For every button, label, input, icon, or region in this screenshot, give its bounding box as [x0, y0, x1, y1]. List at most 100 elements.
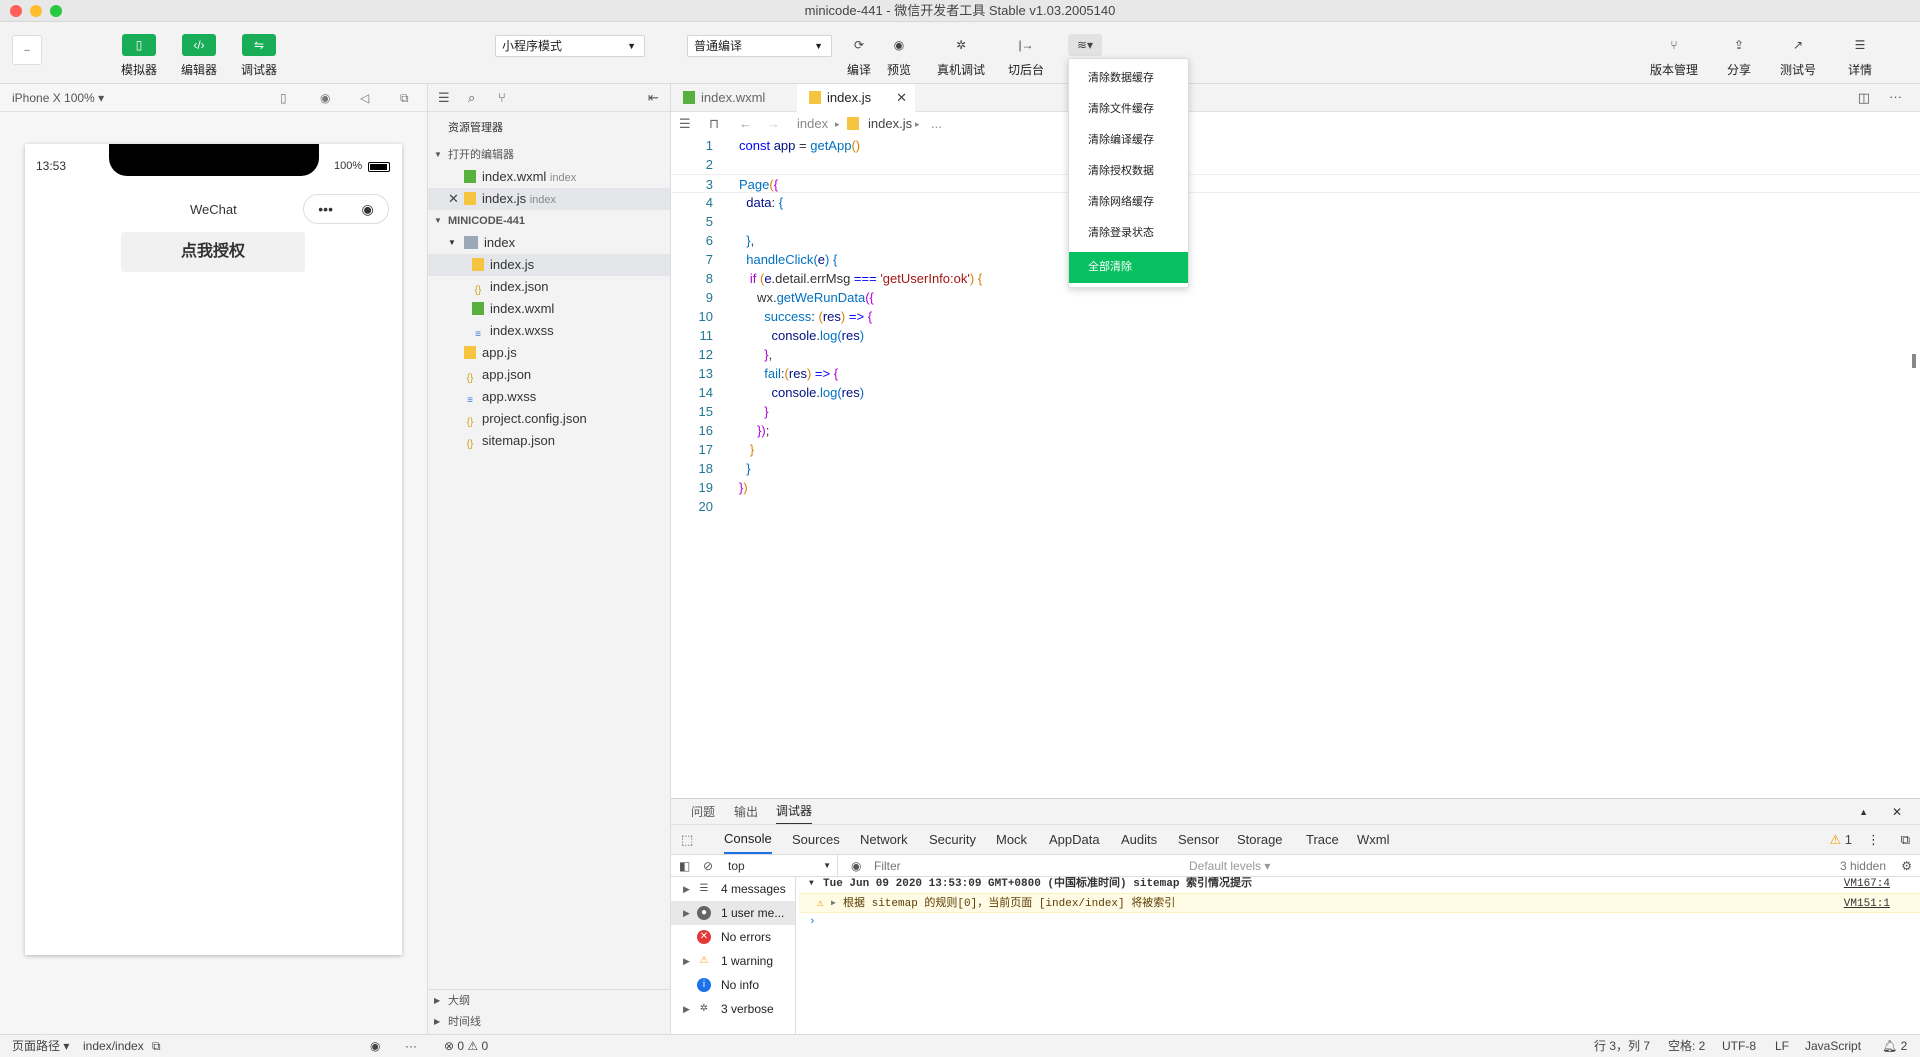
sidebar-warnings[interactable]: ▶ ⚠ 1 warning [671, 949, 795, 973]
close-icon[interactable]: ✕ [448, 188, 459, 210]
log-levels-select[interactable]: Default levels ▾ [1189, 855, 1270, 877]
timeline-section[interactable]: ▶ 时间线 [428, 1011, 670, 1033]
file-item[interactable]: ≡ index.wxss [428, 320, 670, 342]
project-logo[interactable]: ▪▪▪ [12, 35, 42, 65]
tab-sources[interactable]: Sources [792, 825, 840, 855]
breadcrumb-symbol[interactable]: ... [931, 112, 942, 136]
warning-count[interactable]: ⚠ 1 [1829, 825, 1852, 855]
open-editors-section[interactable]: ▼ 打开的编辑器 [428, 144, 670, 166]
file-item[interactable]: {} sitemap.json [428, 430, 670, 452]
context-select[interactable]: top ▼ [726, 855, 838, 877]
tab-trace[interactable]: Trace [1306, 825, 1339, 855]
sidebar-user-messages[interactable]: ▶ ● 1 user me... [671, 901, 795, 925]
console-message[interactable]: ▼ Tue Jun 09 2020 13:53:09 GMT+0800 (中国标准… [799, 877, 1920, 893]
file-item[interactable]: index.wxml [428, 298, 670, 320]
sidebar-info[interactable]: i No info [671, 973, 795, 997]
sidebar-errors[interactable]: ✕ No errors [671, 925, 795, 949]
menu-item-clear-file-cache[interactable]: 清除文件缓存 [1069, 94, 1188, 125]
real-device-debug-button[interactable]: ✲ 真机调试 [937, 34, 985, 78]
authorize-button[interactable]: 点我授权 [121, 232, 305, 272]
encoding[interactable]: UTF-8 [1722, 1035, 1756, 1057]
tab-audits[interactable]: Audits [1121, 825, 1157, 855]
sidebar-toggle-icon[interactable]: ◧ [679, 855, 690, 877]
more-icon[interactable]: ··· [405, 1035, 417, 1057]
eye-icon[interactable]: ◉ [851, 855, 861, 877]
scrollbar-thumb[interactable] [1912, 354, 1916, 368]
file-item[interactable]: {} project.config.json [428, 408, 670, 430]
file-item[interactable]: {} app.json [428, 364, 670, 386]
share-button[interactable]: ⇪ 分享 [1722, 34, 1756, 78]
minimize-window-button[interactable] [30, 5, 42, 17]
open-file-item-active[interactable]: ✕ index.js index [428, 188, 670, 210]
menu-item-clear-login-state[interactable]: 清除登录状态 [1069, 218, 1188, 249]
preview-button[interactable]: ◉ 预览 [882, 34, 916, 78]
search-icon[interactable]: ⌕ [468, 90, 475, 106]
indentation[interactable]: 空格: 2 [1668, 1035, 1705, 1057]
console-warning[interactable]: ⚠ ▶ 根据 sitemap 的规则[0]，当前页面 [index/index] 将… [799, 893, 1920, 913]
breadcrumb-folder[interactable]: index [797, 112, 828, 136]
notifications[interactable]: 🔔︎ 2 [1882, 1035, 1907, 1057]
zoom-window-button[interactable] [50, 5, 62, 17]
cache-menu-button[interactable]: ≋▾ [1068, 34, 1102, 61]
file-item[interactable]: app.js [428, 342, 670, 364]
problems-count[interactable]: ⊗ 0 ⚠ 0 [444, 1035, 488, 1057]
page-path[interactable]: index/index [83, 1035, 144, 1057]
device-select[interactable]: iPhone X 100% ▾ [12, 91, 104, 105]
maximize-panel-icon[interactable]: ▲ [1859, 799, 1868, 825]
test-account-button[interactable]: ↗ 测试号 [1780, 34, 1816, 78]
collapse-panel-icon[interactable]: ⇤ [648, 90, 659, 106]
list-icon[interactable]: ☰ [679, 112, 691, 136]
popout-icon[interactable]: ⧉ [400, 84, 409, 112]
close-target-icon[interactable]: ◉ [362, 201, 374, 218]
simulator-toggle[interactable]: ▯ 模拟器 [121, 34, 157, 78]
more-icon[interactable]: ··· [1889, 89, 1902, 104]
menu-item-clear-all[interactable]: 全部清除 [1069, 252, 1188, 283]
mode-select[interactable]: 小程序模式 ▼ [495, 35, 645, 57]
phone-icon[interactable]: ▯ [280, 84, 287, 112]
record-icon[interactable]: ◉ [320, 84, 330, 112]
version-control-button[interactable]: ⑂ 版本管理 [1650, 34, 1698, 78]
open-file-item[interactable]: index.wxml index [428, 166, 670, 188]
file-item[interactable]: index.js [428, 254, 670, 276]
panel-tab-debugger[interactable]: 调试器 [776, 799, 813, 824]
sidebar-messages[interactable]: ▶ ☰ 4 messages [671, 877, 795, 901]
split-editor-icon[interactable]: ◫ [1858, 90, 1870, 106]
tab-index-js[interactable]: index.js ✕ [797, 84, 915, 112]
background-button[interactable]: |→ 切后台 [1008, 34, 1044, 78]
tab-index-wxml[interactable]: index.wxml [671, 84, 796, 112]
tab-storage[interactable]: Storage [1237, 825, 1283, 855]
compile-button[interactable]: ⟳ 编译 [842, 34, 876, 78]
close-icon[interactable]: ✕ [1892, 799, 1902, 825]
page-path-select[interactable]: 页面路径 ▾ [12, 1035, 69, 1057]
menu-item-clear-auth-data[interactable]: 清除授权数据 [1069, 156, 1188, 187]
bookmark-icon[interactable]: ⊓ [709, 112, 719, 136]
console-prompt[interactable]: › [799, 913, 1920, 931]
close-window-button[interactable] [10, 5, 22, 17]
panel-tab-problems[interactable]: 问题 [691, 799, 715, 825]
capsule-menu[interactable]: ••• ◉ [303, 194, 389, 224]
folder-item[interactable]: ▼ index [428, 232, 670, 254]
menu-item-clear-compile-cache[interactable]: 清除编译缓存 [1069, 125, 1188, 156]
tab-console[interactable]: Console [724, 825, 772, 854]
eye-icon[interactable]: ◉ [370, 1035, 380, 1057]
code-area[interactable]: 1 const app = getApp() 2 3 Page({ 4 data: … [671, 136, 1920, 516]
tab-network[interactable]: Network [860, 825, 908, 855]
cursor-position[interactable]: 行 3，列 7 [1594, 1035, 1650, 1057]
compile-mode-select[interactable]: 普通编译 ▼ [687, 35, 832, 57]
tab-sensor[interactable]: Sensor [1178, 825, 1219, 855]
debugger-toggle[interactable]: ⇋ 调试器 [241, 34, 277, 78]
editor-toggle[interactable]: ‹/› 编辑器 [181, 34, 217, 78]
tab-appdata[interactable]: AppData [1049, 825, 1100, 855]
more-icon[interactable]: ••• [318, 201, 333, 217]
inspect-icon[interactable]: ⬚ [681, 825, 693, 855]
source-link[interactable]: VM167:4 [1843, 877, 1890, 891]
sidebar-verbose[interactable]: ▶ ✲ 3 verbose [671, 997, 795, 1021]
breadcrumb-file[interactable]: index.js [868, 112, 912, 136]
file-item[interactable]: {} index.json [428, 276, 670, 298]
forward-arrow-icon[interactable]: → [767, 112, 780, 136]
source-link[interactable]: VM151:1 [1844, 894, 1890, 914]
kebab-menu-icon[interactable]: ⋮ [1867, 825, 1880, 855]
panel-tab-output[interactable]: 输出 [734, 799, 758, 825]
undock-icon[interactable]: ⧉ [1901, 825, 1910, 855]
volume-icon[interactable]: ◁ [360, 84, 369, 112]
